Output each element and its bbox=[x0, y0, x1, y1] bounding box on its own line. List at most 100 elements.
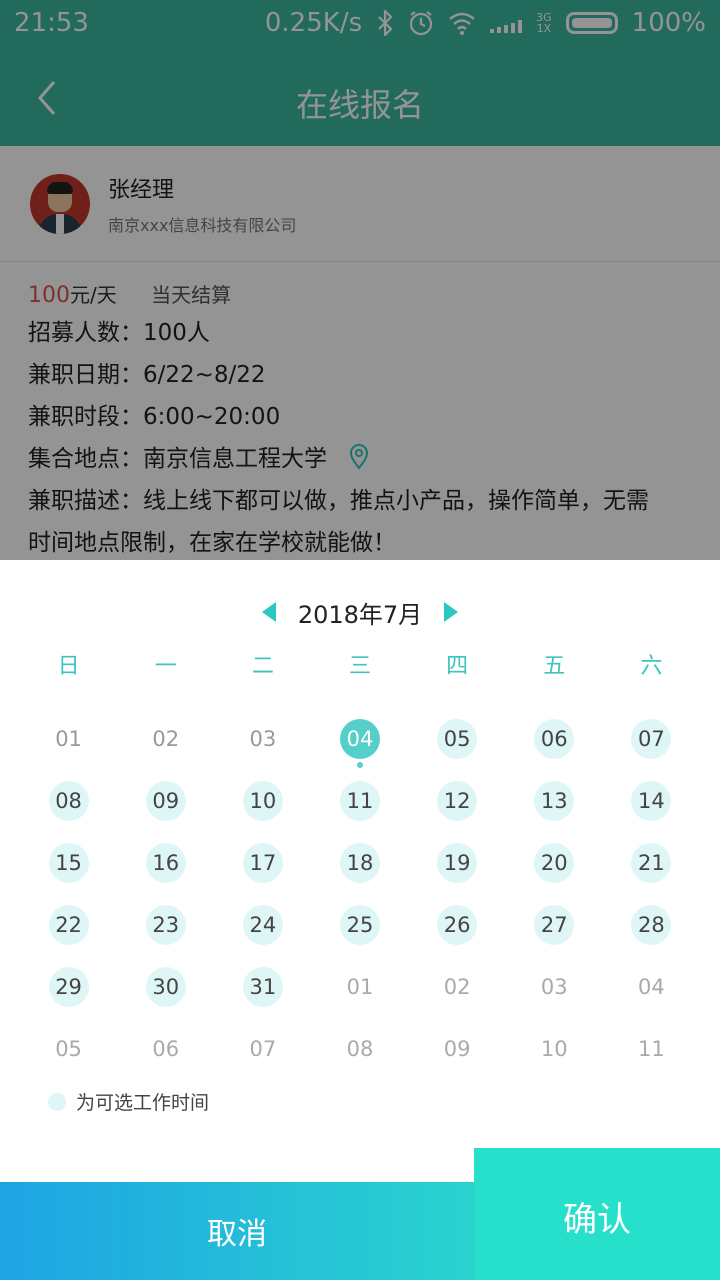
weekday-label: 三 bbox=[348, 654, 371, 679]
day-number: 09 bbox=[443, 1037, 471, 1061]
confirm-button[interactable]: 确认 bbox=[474, 1148, 720, 1280]
day-cell: 07 bbox=[214, 1018, 311, 1080]
day-cell[interactable]: 11 bbox=[311, 770, 408, 832]
day-cell[interactable]: 04 bbox=[311, 708, 408, 770]
prev-month-icon[interactable] bbox=[261, 602, 276, 622]
day-cell[interactable]: 26 bbox=[409, 894, 506, 956]
day-cell: 03 bbox=[214, 708, 311, 770]
day-number: 11 bbox=[339, 781, 380, 821]
day-number: 08 bbox=[346, 1037, 374, 1061]
day-number: 11 bbox=[638, 1037, 665, 1061]
day-number: 10 bbox=[242, 781, 283, 821]
calendar-legend: 为可选工作时间 bbox=[48, 1088, 209, 1115]
day-number: 16 bbox=[145, 843, 186, 883]
weekday-label: 四 bbox=[446, 654, 469, 679]
day-number: 22 bbox=[48, 905, 89, 945]
day-cell[interactable]: 25 bbox=[311, 894, 408, 956]
day-cell[interactable]: 10 bbox=[214, 770, 311, 832]
day-cell[interactable]: 13 bbox=[506, 770, 603, 832]
day-cell[interactable]: 30 bbox=[117, 956, 214, 1018]
day-selected: 04 bbox=[339, 719, 380, 759]
day-number: 07 bbox=[631, 719, 672, 759]
calendar-header: 2018年7月 bbox=[0, 592, 720, 632]
day-number: 21 bbox=[631, 843, 672, 883]
day-cell[interactable]: 24 bbox=[214, 894, 311, 956]
weekday-label: 二 bbox=[251, 654, 274, 679]
day-number: 19 bbox=[437, 843, 478, 883]
legend-swatch bbox=[48, 1092, 66, 1111]
day-cell[interactable]: 29 bbox=[20, 956, 117, 1018]
day-cell[interactable]: 22 bbox=[20, 894, 117, 956]
day-number: 12 bbox=[437, 781, 478, 821]
day-cell: 02 bbox=[117, 708, 214, 770]
dim-overlay[interactable] bbox=[0, 0, 720, 560]
day-cell[interactable]: 07 bbox=[603, 708, 700, 770]
day-cell: 02 bbox=[409, 956, 506, 1018]
day-cell: 09 bbox=[409, 1018, 506, 1080]
day-cell: 04 bbox=[603, 956, 700, 1018]
day-number: 27 bbox=[534, 905, 575, 945]
day-cell[interactable]: 14 bbox=[603, 770, 700, 832]
weekday-label: 日 bbox=[57, 654, 80, 679]
day-number: 25 bbox=[339, 905, 380, 945]
day-number: 08 bbox=[48, 781, 89, 821]
day-cell[interactable]: 06 bbox=[506, 708, 603, 770]
day-number: 29 bbox=[48, 967, 89, 1007]
day-number: 28 bbox=[631, 905, 672, 945]
weekday-header: 日一二三四五六 bbox=[20, 648, 700, 680]
day-cell[interactable]: 28 bbox=[603, 894, 700, 956]
day-cell[interactable]: 27 bbox=[506, 894, 603, 956]
day-cell[interactable]: 20 bbox=[506, 832, 603, 894]
day-cell[interactable]: 15 bbox=[20, 832, 117, 894]
next-month-icon[interactable] bbox=[444, 602, 459, 622]
day-cell: 08 bbox=[311, 1018, 408, 1080]
weekday-label: 六 bbox=[640, 654, 663, 679]
month-label: 2018年7月 bbox=[297, 600, 423, 629]
day-number: 26 bbox=[437, 905, 478, 945]
day-number: 02 bbox=[443, 975, 471, 999]
day-number: 07 bbox=[249, 1037, 277, 1061]
day-number: 03 bbox=[540, 975, 568, 999]
day-cell[interactable]: 17 bbox=[214, 832, 311, 894]
day-cell: 11 bbox=[603, 1018, 700, 1080]
day-number: 17 bbox=[242, 843, 283, 883]
weekday-label: 一 bbox=[154, 654, 177, 679]
day-number: 14 bbox=[631, 781, 672, 821]
day-cell: 05 bbox=[20, 1018, 117, 1080]
day-cell[interactable]: 12 bbox=[409, 770, 506, 832]
day-cell: 01 bbox=[20, 708, 117, 770]
day-cell[interactable]: 21 bbox=[603, 832, 700, 894]
day-cell[interactable]: 19 bbox=[409, 832, 506, 894]
day-number: 01 bbox=[346, 975, 374, 999]
day-number: 10 bbox=[540, 1037, 568, 1061]
day-cell[interactable]: 05 bbox=[409, 708, 506, 770]
day-cell[interactable]: 31 bbox=[214, 956, 311, 1018]
day-number: 13 bbox=[534, 781, 575, 821]
day-cell[interactable]: 16 bbox=[117, 832, 214, 894]
day-number: 23 bbox=[145, 905, 186, 945]
day-number: 18 bbox=[339, 843, 380, 883]
day-cell[interactable]: 09 bbox=[117, 770, 214, 832]
day-number: 02 bbox=[152, 727, 180, 751]
day-cell[interactable]: 08 bbox=[20, 770, 117, 832]
day-cell[interactable]: 18 bbox=[311, 832, 408, 894]
day-number: 24 bbox=[242, 905, 283, 945]
day-number: 06 bbox=[152, 1037, 180, 1061]
day-cell[interactable]: 23 bbox=[117, 894, 214, 956]
day-cell: 03 bbox=[506, 956, 603, 1018]
day-number: 30 bbox=[145, 967, 186, 1007]
day-cell: 10 bbox=[506, 1018, 603, 1080]
today-dot bbox=[356, 762, 363, 768]
day-number: 20 bbox=[534, 843, 575, 883]
cancel-button[interactable]: 取消 bbox=[0, 1182, 474, 1280]
day-number: 31 bbox=[242, 967, 283, 1007]
weekday-label: 五 bbox=[543, 654, 566, 679]
day-number: 05 bbox=[437, 719, 478, 759]
legend-text: 为可选工作时间 bbox=[76, 1092, 210, 1114]
day-cell: 06 bbox=[117, 1018, 214, 1080]
day-number: 15 bbox=[48, 843, 89, 883]
day-number: 09 bbox=[145, 781, 186, 821]
calendar-sheet: 2018年7月 日 一 二 三 四 五 六 01 02 03 04 05 06 07 08 09 10 11 12… bbox=[0, 560, 720, 1280]
day-number: 05 bbox=[55, 1037, 82, 1061]
day-cell: 01 bbox=[311, 956, 408, 1018]
